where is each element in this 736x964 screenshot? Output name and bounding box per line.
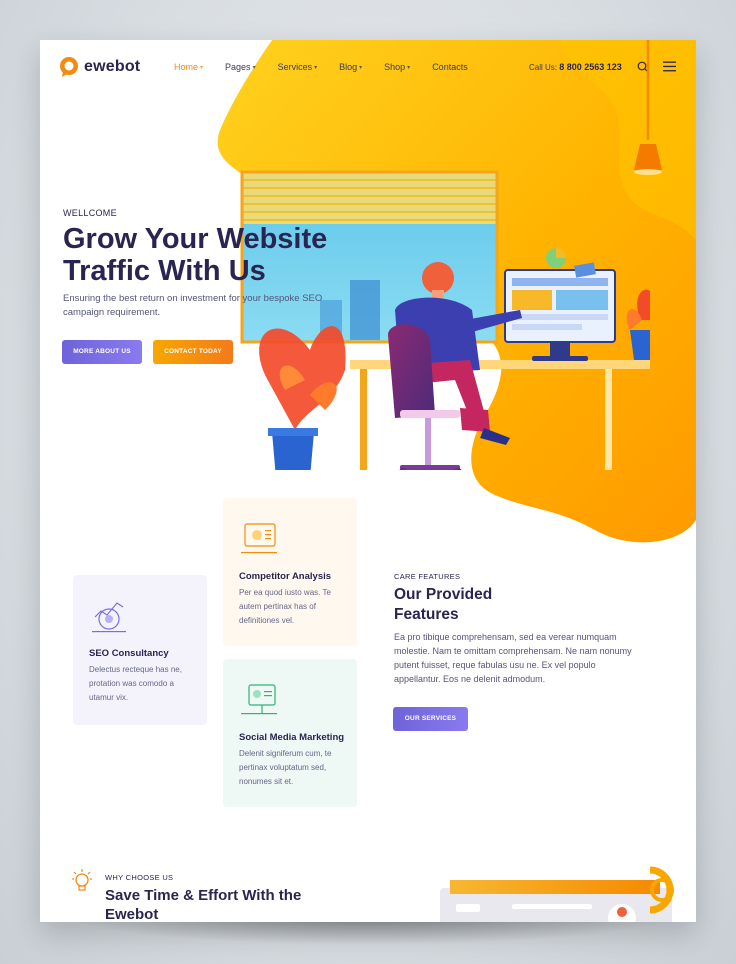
chevron-down-icon: ▾ — [314, 64, 318, 71]
competitor-analysis-icon — [241, 523, 277, 554]
social-media-marketing-icon — [241, 684, 277, 715]
more-about-us-button[interactable]: MORE ABOUT US — [62, 340, 142, 364]
nav-label: Pages — [225, 62, 251, 72]
logo[interactable]: ewebot — [58, 56, 140, 78]
logo-icon — [60, 57, 78, 77]
main-nav: Home ▾ Pages ▾ Services ▾ Blog ▾ Shop ▾ Conta… — [174, 62, 490, 72]
our-services-button[interactable]: OUR SERVICES — [393, 707, 468, 731]
landing-page: ewebot Home ▾ Pages ▾ Services ▾ Blog ▾ Shop… — [40, 40, 696, 922]
nav-label: Home — [174, 62, 199, 72]
service-card-seo[interactable]: SEO Consultancy Delectus recteque has ne… — [73, 575, 207, 725]
features-title: Our Provided Features — [394, 586, 493, 623]
chevron-down-icon: ▾ — [200, 64, 204, 71]
card-text: Per ea quod iusto was. Te autem pertinax… — [239, 588, 331, 625]
hero-eyebrow: WELLCOME — [63, 208, 117, 218]
chevron-down-icon: ▾ — [407, 64, 411, 71]
card-title: Competitor Analysis — [239, 571, 332, 582]
nav-label: Contacts — [432, 62, 468, 72]
nav-item-pages[interactable]: Pages ▾ — [225, 62, 256, 72]
nav-item-contacts[interactable]: Contacts — [432, 62, 468, 72]
nav-label: Blog — [339, 62, 358, 72]
service-card-competitor-analysis[interactable]: Competitor Analysis Per ea quod iusto wa… — [223, 498, 357, 646]
card-text: Delectus recteque has ne, protation was … — [89, 665, 182, 702]
service-card-social-media[interactable]: Social Media Marketing Delenit signiferu… — [223, 659, 357, 807]
why-illustration — [440, 866, 674, 922]
call-label: Call Us: — [529, 63, 558, 72]
call-us[interactable]: Call Us: 8 800 2563 123 — [529, 62, 622, 72]
logo-text: ewebot — [84, 58, 141, 75]
nav-label: Shop — [384, 62, 406, 72]
hero-subtitle: Ensuring the best return on investment f… — [63, 293, 323, 318]
chevron-down-icon: ▾ — [359, 64, 363, 71]
features-text: Ea pro tibique comprehensam, sed ea vere… — [394, 632, 632, 684]
card-text: Delenit signiferum cum, te pertinax volu… — [239, 749, 332, 786]
chevron-down-icon: ▾ — [252, 64, 256, 71]
nav-item-shop[interactable]: Shop ▾ — [384, 62, 410, 72]
why-title: Save Time & Effort With the Ewebot — [105, 887, 302, 922]
contact-today-button[interactable]: CONTACT TODAY — [153, 340, 233, 364]
why-eyebrow: WHY CHOOSE US — [105, 873, 174, 882]
lightbulb-icon — [72, 869, 92, 891]
card-title: SEO Consultancy — [89, 648, 169, 659]
card-title: Social Media Marketing — [239, 732, 345, 743]
call-number: 8 800 2563 123 — [559, 62, 622, 72]
seo-chart-icon — [92, 602, 126, 633]
nav-item-home[interactable]: Home ▾ — [174, 62, 203, 72]
features-eyebrow: CARE FEATURES — [394, 572, 461, 581]
nav-item-services[interactable]: Services ▾ — [278, 62, 318, 72]
nav-item-blog[interactable]: Blog ▾ — [339, 62, 362, 72]
nav-label: Services — [277, 62, 313, 72]
hero-title: Grow Your Website Traffic With Us — [63, 223, 328, 287]
